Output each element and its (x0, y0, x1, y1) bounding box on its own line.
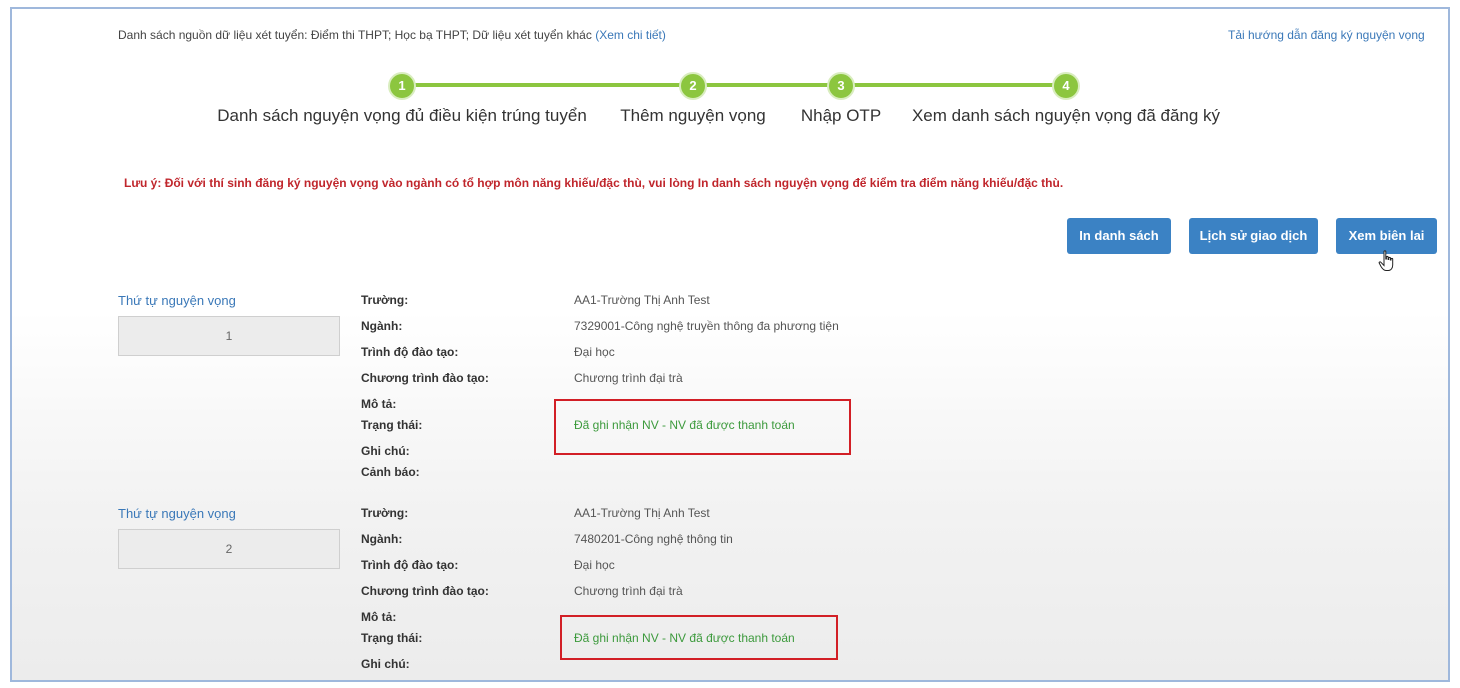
school-label: Trường: (361, 506, 409, 520)
warning-note: Lưu ý: Đối với thí sinh đăng ký nguyện v… (124, 176, 1064, 190)
program-value: Chương trình đại trà (574, 371, 683, 385)
major-value: 7480201-Công nghệ thông tin (574, 532, 733, 546)
description-label: Mô tả: (361, 610, 397, 624)
hand-cursor-icon (1378, 250, 1394, 271)
school-value: AA1-Trường Thị Anh Test (574, 506, 710, 520)
step-1-label: Danh sách nguyện vọng đủ điều kiện trúng… (217, 106, 587, 125)
school-value: AA1-Trường Thị Anh Test (574, 293, 710, 307)
data-sources-label: Danh sách nguồn dữ liệu xét tuyển: Điểm … (118, 28, 592, 42)
step-1-dot[interactable]: 1 (388, 72, 416, 100)
description-label: Mô tả: (361, 397, 397, 411)
major-label: Ngành: (361, 319, 403, 333)
step-3-dot[interactable]: 3 (827, 72, 855, 100)
status-label: Trạng thái: (361, 418, 423, 432)
warning-label: Cảnh báo: (361, 465, 420, 479)
level-value: Đại học (574, 345, 615, 359)
order-title-1: Thứ tự nguyện vọng (118, 293, 236, 308)
warning-label: Cảnh báo: (361, 678, 420, 680)
program-label: Chương trình đào tạo: (361, 584, 489, 598)
status-highlight-box (554, 399, 851, 455)
level-label: Trình độ đào tạo: (361, 558, 459, 572)
step-3-label: Nhập OTP (800, 106, 882, 125)
school-label: Trường: (361, 293, 409, 307)
order-input-1[interactable]: 1 (118, 316, 340, 356)
step-4-dot[interactable]: 4 (1052, 72, 1080, 100)
stepper-line (402, 83, 1066, 87)
level-label: Trình độ đào tạo: (361, 345, 459, 359)
program-label: Chương trình đào tạo: (361, 371, 489, 385)
transaction-history-button[interactable]: Lịch sử giao dịch (1189, 218, 1318, 254)
status-label: Trạng thái: (361, 631, 423, 645)
step-4-label: Xem danh sách nguyện vọng đã đăng ký (911, 106, 1221, 125)
major-label: Ngành: (361, 532, 403, 546)
main-frame: Danh sách nguồn dữ liệu xét tuyển: Điểm … (10, 7, 1450, 682)
data-sources-text: Danh sách nguồn dữ liệu xét tuyển: Điểm … (118, 28, 666, 42)
view-receipt-button[interactable]: Xem biên lai (1336, 218, 1437, 254)
print-list-button[interactable]: In danh sách (1067, 218, 1171, 254)
order-input-2[interactable]: 2 (118, 529, 340, 569)
remark-label: Ghi chú: (361, 444, 410, 458)
remark-label: Ghi chú: (361, 657, 410, 671)
order-title-2: Thứ tự nguyện vọng (118, 506, 236, 521)
step-2-label: Thêm nguyện vọng (620, 106, 766, 125)
major-value: 7329001-Công nghệ truyền thông đa phương… (574, 319, 839, 333)
status-highlight-box (560, 615, 838, 660)
level-value: Đại học (574, 558, 615, 572)
program-value: Chương trình đại trà (574, 584, 683, 598)
download-guide-link[interactable]: Tải hướng dẫn đăng ký nguyện vọng (1228, 28, 1425, 42)
step-2-dot[interactable]: 2 (679, 72, 707, 100)
view-details-link[interactable]: (Xem chi tiết) (595, 28, 666, 42)
